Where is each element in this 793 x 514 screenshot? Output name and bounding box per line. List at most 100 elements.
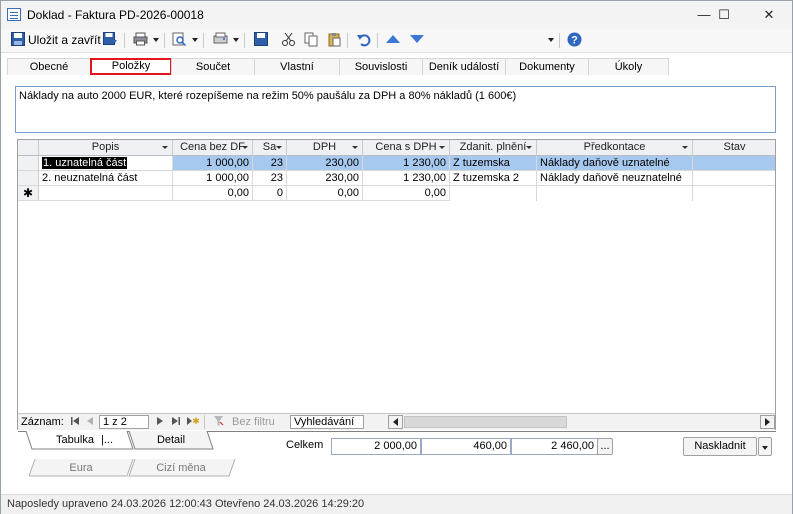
table-cell-dph[interactable]: 230,00 [287,171,363,186]
stock-in-button[interactable]: Naskladnit [683,437,757,456]
column-header-cena-s-dph[interactable]: Cena s DPH [363,140,450,156]
print-dropdown-caret[interactable] [153,38,159,42]
next-record-icon[interactable] [156,415,164,430]
table-cell-zdanit-plneni[interactable]: Z tuzemska [450,156,537,171]
chevron-down-icon [682,146,688,149]
table-cell-stav[interactable] [693,171,775,186]
stock-in-dropdown-button[interactable] [758,437,772,456]
save-as-icon[interactable] [102,32,118,48]
tab-detail[interactable]: Detail [144,432,198,448]
maximize-button[interactable]: ☐ [702,3,746,27]
copy-icon[interactable] [303,32,319,48]
paste-icon[interactable] [326,32,342,48]
table-cell-popis[interactable]: 1. uznatelná část [39,156,173,171]
column-header-zdanit-plneni[interactable]: Zdanit. plnění [450,140,537,156]
row-indicator[interactable] [18,156,39,171]
grid-corner-header[interactable] [18,140,39,156]
arrow-up-icon[interactable] [385,32,401,48]
toolbar-separator [244,33,245,48]
scroll-right-button[interactable] [760,415,775,429]
first-record-icon[interactable] [70,415,80,430]
table-cell-predkontace[interactable] [537,186,693,201]
table-cell-sazba[interactable]: 23 [253,156,287,171]
preview-icon[interactable] [171,32,187,48]
description-memo[interactable]: Náklady na auto 2000 EUR, které rozepíše… [15,86,776,133]
table-cell-cena-s-dph[interactable]: 0,00 [363,186,450,201]
table-cell-dph[interactable]: 0,00 [287,186,363,201]
toolbar-separator [124,33,125,48]
tab-eura[interactable]: Eura [56,460,106,476]
tab-souvislosti[interactable]: Souvislosti [339,58,423,75]
search-input[interactable]: Vyhledávání [290,415,364,429]
column-header-predkontace[interactable]: Předkontace [537,140,693,156]
column-header-cena-bez-dph[interactable]: Cena bez DF [173,140,253,156]
table-cell-popis[interactable] [39,186,173,201]
table-cell-predkontace[interactable]: Náklady daňově uznatelné [537,156,693,171]
column-header-stav[interactable]: Stav [693,140,775,156]
title-bar: Doklad - Faktura PD-2026-00018 — ☐ ✕ [1,1,792,29]
tab-ukoly[interactable]: Úkoly [588,58,669,75]
undo-icon[interactable] [355,32,371,48]
close-button[interactable]: ✕ [747,3,791,27]
tab-soucet[interactable]: Součet [171,58,255,75]
total-without-vat: 2 000,00 [331,438,421,455]
tab-tabulka-more[interactable]: |... [98,432,116,448]
chevron-down-icon [439,146,445,149]
horizontal-scrollbar-thumb[interactable] [404,416,567,428]
arrow-down-icon[interactable] [409,32,425,48]
tab-foreign-currency[interactable]: Cizí měna [146,460,216,476]
record-position-input[interactable]: 1 z 2 [99,415,149,429]
new-row-indicator[interactable]: ✱ [18,186,39,201]
last-record-icon[interactable] [171,415,181,430]
new-record-icon[interactable]: ✱ [186,415,200,430]
table-cell-sazba[interactable]: 23 [253,171,287,186]
tab-polozky[interactable]: Položky [90,58,172,75]
table-cell-zdanit-plneni[interactable] [450,186,537,201]
print-setup-icon[interactable] [212,32,228,48]
record-label: Záznam: [21,416,64,428]
save-and-close-button[interactable]: Uložit a zavřít [28,33,101,47]
column-header-dph[interactable]: DPH [287,140,363,156]
tab-tabulka[interactable]: Tabulka [47,432,103,448]
scroll-left-button[interactable] [388,415,403,429]
total-details-button[interactable]: ... [597,438,613,455]
toolbar-separator [203,33,204,48]
column-header-popis[interactable]: Popis [39,140,173,156]
items-grid: Popis Cena bez DF Sa DPH Cena s DPH Zdan… [17,139,776,430]
print-icon[interactable] [132,32,148,48]
svg-text:?: ? [571,35,578,47]
table-cell-cena-bez-dph[interactable]: 0,00 [173,186,253,201]
print-setup-dropdown-caret[interactable] [233,38,239,42]
table-cell-cena-bez-dph[interactable]: 1 000,00 [173,171,253,186]
previous-record-icon[interactable] [86,415,94,430]
toolbar-overflow-caret[interactable] [548,38,554,42]
save-disk-icon[interactable] [253,32,269,48]
tab-obecne[interactable]: Obecné [7,58,91,75]
chevron-down-icon [762,446,768,450]
cut-icon[interactable] [280,32,296,48]
table-cell-cena-bez-dph[interactable]: 1 000,00 [173,156,253,171]
tab-denik-udalosti[interactable]: Deník událostí [422,58,506,75]
table-cell-stav[interactable] [693,156,775,171]
table-cell-popis[interactable]: 2. neuznatelná část [39,171,173,186]
column-header-sazba[interactable]: Sa [253,140,287,156]
row-indicator[interactable] [18,171,39,186]
help-icon[interactable]: ? [566,32,582,48]
preview-dropdown-caret[interactable] [192,38,198,42]
table-cell-dph[interactable]: 230,00 [287,156,363,171]
table-cell-stav[interactable] [693,186,775,201]
svg-text:✱: ✱ [192,417,200,427]
chevron-down-icon [162,146,168,149]
table-cell-sazba[interactable]: 0 [253,186,287,201]
toolbar-separator [377,33,378,48]
tab-vlastni[interactable]: Vlastní [254,58,340,75]
toolbar-separator [164,33,165,48]
tab-dokumenty[interactable]: Dokumenty [505,58,589,75]
table-cell-cena-s-dph[interactable]: 1 230,00 [363,171,450,186]
no-filter-button[interactable]: Bez filtru [232,416,275,428]
table-cell-predkontace[interactable]: Náklady daňově neuznatelné [537,171,693,186]
save-icon [10,32,26,48]
chevron-down-icon [352,146,358,149]
table-cell-cena-s-dph[interactable]: 1 230,00 [363,156,450,171]
table-cell-zdanit-plneni[interactable]: Z tuzemska 2 [450,171,537,186]
